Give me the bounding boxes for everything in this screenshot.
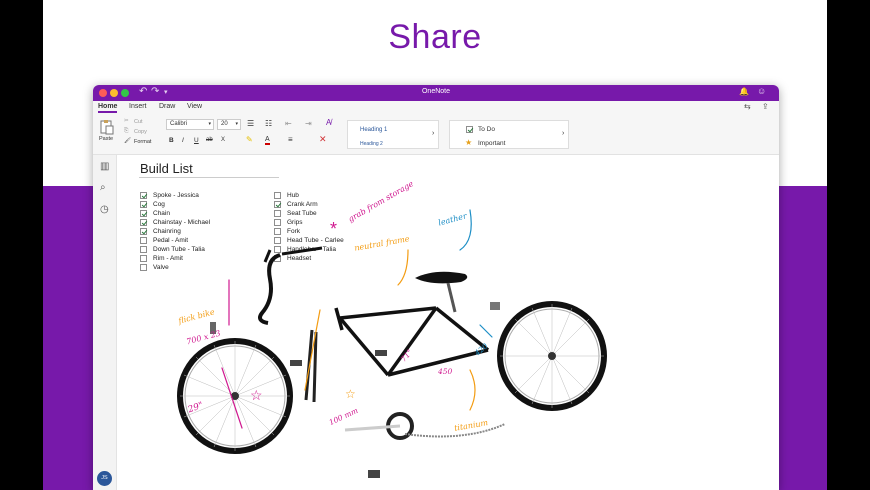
ink-star-orange: ☆ bbox=[345, 387, 356, 401]
checkbox-checked[interactable] bbox=[140, 219, 147, 226]
onenote-window: ↶ ↷ ▾ OneNote 🔔 ☺ Home Insert Draw View … bbox=[93, 85, 779, 490]
format-painter-button[interactable]: Format bbox=[134, 139, 151, 145]
brake-part bbox=[290, 360, 302, 366]
title-bar: ↶ ↷ ▾ OneNote 🔔 ☺ bbox=[93, 85, 779, 101]
checkbox-unchecked[interactable] bbox=[140, 237, 147, 244]
style-heading-2[interactable]: Heading 2 bbox=[360, 141, 383, 147]
bullets-icon[interactable]: ☰ bbox=[247, 119, 254, 128]
chevron-right-icon[interactable]: › bbox=[562, 130, 564, 137]
copy-button[interactable]: Copy bbox=[134, 129, 147, 135]
styles-gallery[interactable]: Heading 1 Heading 2 › bbox=[347, 120, 439, 149]
chevron-down-icon: ▾ bbox=[235, 121, 238, 127]
saddle bbox=[415, 271, 468, 284]
font-size-value: 20 bbox=[221, 121, 228, 127]
recent-clock-icon[interactable]: ◷ bbox=[100, 204, 109, 215]
font-family-select[interactable]: Calibri ▾ bbox=[166, 119, 214, 130]
search-icon[interactable]: ⌕ bbox=[100, 182, 106, 193]
tag-todo[interactable]: To Do bbox=[478, 126, 495, 133]
star-icon: ★ bbox=[465, 138, 473, 147]
ink-titanium-arrow bbox=[469, 369, 476, 411]
copy-icon: ⎘ bbox=[124, 128, 129, 134]
cut-button[interactable]: Cut bbox=[134, 119, 143, 125]
pedal bbox=[375, 350, 387, 356]
font-family-value: Calibri bbox=[170, 121, 188, 127]
italic-button[interactable]: I bbox=[182, 137, 184, 144]
bike-parts-illustration: * ☆ ☆ bbox=[177, 209, 607, 478]
indent-icon[interactable]: ⇥ bbox=[305, 119, 312, 128]
avatar[interactable]: JS bbox=[97, 471, 112, 486]
stem bbox=[281, 246, 323, 256]
tags-gallery[interactable]: To Do ★ Important › bbox=[449, 120, 569, 149]
tab-draw[interactable]: Draw bbox=[159, 103, 175, 110]
front-wheel bbox=[177, 338, 293, 454]
checkbox-unchecked[interactable] bbox=[140, 255, 147, 262]
font-size-select[interactable]: 20 ▾ bbox=[217, 119, 241, 130]
style-heading-1[interactable]: Heading 1 bbox=[360, 127, 387, 133]
underline-button[interactable]: U bbox=[194, 137, 199, 144]
clear-icon[interactable]: ✕ bbox=[319, 134, 327, 145]
tab-view[interactable]: View bbox=[187, 103, 202, 110]
strikethrough-button[interactable]: ab bbox=[206, 137, 213, 143]
rear-wheel bbox=[497, 301, 607, 411]
clear-formatting-icon[interactable]: A̸ bbox=[326, 118, 331, 127]
ribbon-home: Paste ✂ Cut ⎘ Copy 🖌 Format Calibri ▾ 20 ▾… bbox=[93, 115, 779, 155]
checkbox-unchecked[interactable] bbox=[140, 246, 147, 253]
sync-notebook-icon[interactable]: ⇆ bbox=[744, 102, 751, 111]
highlighter-icon[interactable]: ✎ bbox=[246, 135, 253, 144]
title-underline bbox=[139, 177, 279, 178]
window-title: OneNote bbox=[421, 88, 451, 95]
todo-item-label: Valve bbox=[153, 264, 169, 271]
pedal bbox=[368, 470, 380, 478]
paste-label: Paste bbox=[99, 136, 114, 142]
align-icon[interactable]: ≡ bbox=[288, 135, 293, 144]
brake-caliper bbox=[490, 302, 500, 310]
handlebar bbox=[258, 253, 281, 325]
paste-icon bbox=[100, 120, 114, 135]
numbering-icon[interactable]: ☷ bbox=[265, 119, 272, 128]
checkbox-checked[interactable] bbox=[140, 210, 147, 217]
checkbox-checked[interactable] bbox=[140, 201, 147, 208]
chevron-down-icon: ▾ bbox=[208, 121, 211, 127]
ink-420-line bbox=[479, 324, 493, 338]
todo-item-label: Cog bbox=[153, 201, 165, 208]
bold-button[interactable]: B bbox=[169, 137, 174, 144]
tab-home[interactable]: Home bbox=[98, 103, 118, 113]
hero-title: Share bbox=[388, 18, 482, 56]
notebooks-icon[interactable]: ▥ bbox=[100, 161, 109, 172]
tab-insert[interactable]: Insert bbox=[129, 103, 147, 110]
checkbox-unchecked[interactable] bbox=[140, 264, 147, 271]
ink-frame-arrow bbox=[397, 249, 409, 286]
checkbox-checked[interactable] bbox=[140, 192, 147, 199]
tag-important[interactable]: Important bbox=[478, 140, 505, 147]
paste-button[interactable]: Paste bbox=[99, 119, 119, 149]
share-icon[interactable]: ⇪ bbox=[762, 102, 769, 111]
ink-diameter-line bbox=[221, 367, 243, 429]
subscript-button[interactable]: X bbox=[221, 137, 225, 143]
crank-arm bbox=[344, 424, 401, 432]
format-painter-icon: 🖌 bbox=[124, 138, 131, 144]
notification-bell-icon[interactable]: 🔔 bbox=[739, 87, 749, 96]
navigation-sidebar: ▥ ⌕ ◷ JS bbox=[93, 155, 117, 490]
ink-asterisk: * bbox=[330, 219, 337, 239]
todo-item-label: Chain bbox=[153, 210, 170, 217]
font-color-button[interactable]: A bbox=[265, 136, 270, 145]
seatpost bbox=[446, 282, 457, 313]
ink-length-450[interactable]: 450 bbox=[438, 367, 452, 376]
frame bbox=[334, 306, 490, 377]
cut-icon: ✂ bbox=[124, 118, 129, 124]
page-title[interactable]: Build List bbox=[140, 161, 193, 176]
page-canvas[interactable]: Build List Spoke - Jessica Cog Chain Chains… bbox=[118, 155, 779, 490]
ink-fork-line bbox=[304, 309, 321, 391]
ink-star: ☆ bbox=[250, 387, 263, 403]
todo-tag-checkbox-icon bbox=[466, 126, 473, 133]
ribbon-tabs: Home Insert Draw View ⇆ ⇪ bbox=[93, 101, 779, 115]
marketing-stage: Share ↶ ↷ ▾ OneNote 🔔 ☺ Home Insert Draw… bbox=[43, 0, 827, 490]
smiley-feedback-icon[interactable]: ☺ bbox=[757, 86, 766, 96]
chevron-right-icon[interactable]: › bbox=[432, 130, 434, 137]
lever bbox=[263, 249, 272, 263]
checkbox-checked[interactable] bbox=[140, 228, 147, 235]
outdent-icon[interactable]: ⇤ bbox=[285, 119, 292, 128]
